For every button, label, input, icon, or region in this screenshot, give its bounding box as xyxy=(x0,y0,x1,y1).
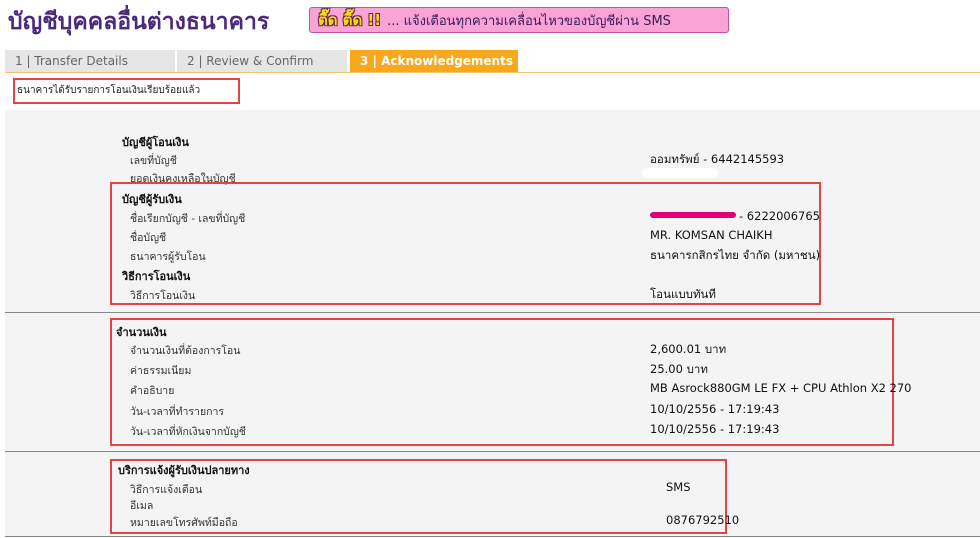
from-account-number-label: เลขที่บัญชี xyxy=(130,155,177,167)
fee-value: 25.00 บาท xyxy=(650,362,708,376)
email-label: อีเมล xyxy=(130,500,154,512)
tab-acknowledgements[interactable]: 3 | Acknowledgements xyxy=(350,50,520,72)
step-tabs: 1 | Transfer Details 2 | Review & Confir… xyxy=(5,50,980,72)
to-account-name-value: MR. KOMSAN CHAIKH xyxy=(650,228,773,242)
sms-promo-banner[interactable]: ตื๊ด ตื๊ด !! ... แจ้งเตือนทุกความเคลื่อน… xyxy=(309,7,729,33)
recipient-bank-value: ธนาคารกสิกรไทย จำกัด (มหาชน) xyxy=(650,248,821,262)
section-divider xyxy=(5,451,980,452)
debit-datetime-value: 10/10/2556 - 17:19:43 xyxy=(650,422,780,436)
tab-transfer-details[interactable]: 1 | Transfer Details xyxy=(5,50,177,72)
description-value: MB Asrock880GM LE FX + CPU Athlon X2 270 xyxy=(650,381,912,395)
transfer-amount-label: จำนวนเงินที่ต้องการโอน xyxy=(130,345,241,357)
fee-label: ค่าธรรมเนียม xyxy=(130,365,192,377)
to-account-title: บัญชีผู้รับเงิน xyxy=(122,193,182,206)
balance-mask xyxy=(642,168,718,178)
to-account-number-value: - 6222006765 xyxy=(739,209,820,223)
transaction-datetime-label: วัน-เวลาที่ทำรายการ xyxy=(130,406,224,418)
promo-text: ... แจ้งเตือนทุกความเคลื่อนไหวของบัญชีผ่… xyxy=(387,13,671,29)
amount-title: จำนวนเงิน xyxy=(116,326,167,339)
transfer-amount-value: 2,600.01 บาท xyxy=(650,342,727,356)
notify-method-label: วิธีการแจ้งเตือน xyxy=(130,484,203,496)
tab-underline xyxy=(5,72,980,73)
method-label: วิธีการโอนเงิน xyxy=(130,290,196,302)
method-value: โอนแบบทันที xyxy=(650,287,716,301)
mobile-number-value: 0876792510 xyxy=(666,513,740,527)
section-divider xyxy=(5,312,980,313)
notify-title: บริการแจ้งผู้รับเงินปลายทาง xyxy=(118,464,250,477)
mobile-number-label: หมายเลขโทรศัพท์มือถือ xyxy=(130,517,238,529)
status-message: ธนาคารได้รับรายการโอนเงินเรียบร้อยแล้ว xyxy=(13,78,240,104)
section-divider xyxy=(5,536,980,537)
debit-datetime-label: วัน-เวลาที่หักเงินจากบัญชี xyxy=(130,426,246,438)
to-account-alias-label: ชื่อเรียกบัญชี - เลขที่บัญชี xyxy=(130,213,246,225)
from-account-number-value: ออมทรัพย์ - 6442145593 xyxy=(650,152,785,166)
redaction-mark xyxy=(650,212,736,218)
recipient-bank-label: ธนาคารผู้รับโอน xyxy=(130,251,206,263)
tab-review-confirm[interactable]: 2 | Review & Confirm xyxy=(177,50,349,72)
description-label: คำอธิบาย xyxy=(130,385,175,397)
notify-method-value: SMS xyxy=(666,480,691,494)
method-title: วิธีการโอนเงิน xyxy=(122,270,191,283)
to-account-name-label: ชื่อบัญชี xyxy=(130,232,167,244)
promo-badge: ตื๊ด ตื๊ด !! xyxy=(318,11,382,29)
transaction-datetime-value: 10/10/2556 - 17:19:43 xyxy=(650,402,780,416)
from-account-title: บัญชีผู้โอนเงิน xyxy=(122,136,189,149)
page-title: บัญชีบุคคลอื่นต่างธนาคาร xyxy=(8,9,270,35)
